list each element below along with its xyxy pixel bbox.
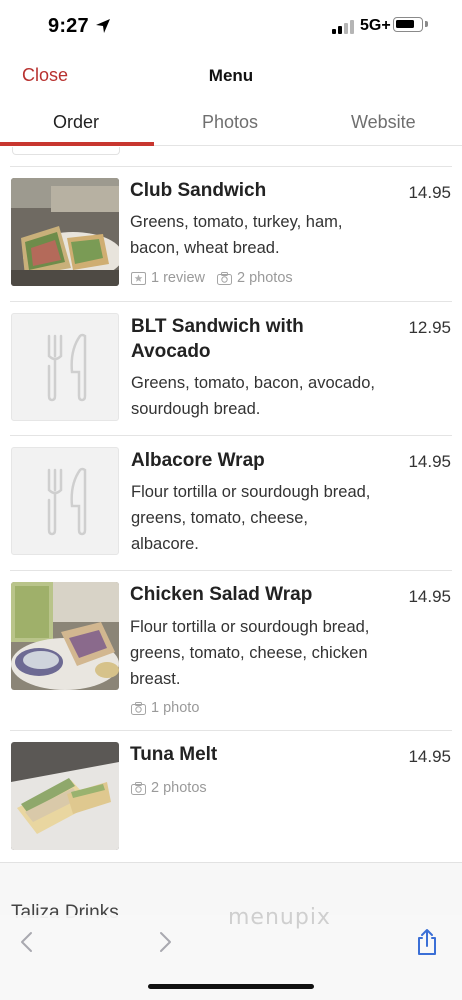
item-meta: 1 review 2 photos [131,270,293,286]
signal-strength-icon [332,20,354,34]
menu-list[interactable]: Club Sandwich 14.95 Greens, tomato, turk… [0,147,462,862]
review-count[interactable]: 1 review [151,270,205,286]
forward-chevron-icon[interactable] [150,927,180,957]
battery-icon [393,17,423,32]
tab-photos[interactable]: Photos [202,112,258,133]
page-title: Menu [208,66,254,85]
menu-item-club-sandwich[interactable]: Club Sandwich 14.95 Greens, tomato, turk… [0,167,462,302]
fork-knife-placeholder-icon [11,313,119,421]
photo-count[interactable]: 1 photo [151,700,199,716]
item-price: 14.95 [408,452,451,471]
photo-count[interactable]: 2 photos [237,270,293,286]
menu-item-albacore-wrap[interactable]: Albacore Wrap 14.95 Flour tortilla or so… [0,436,462,571]
item-name: Tuna Melt [130,744,218,765]
tab-website[interactable]: Website [351,112,416,133]
item-price: 14.95 [408,183,451,202]
photo-count[interactable]: 2 photos [151,780,207,796]
menu-item-blt-sandwich[interactable]: BLT Sandwich with Avocado 12.95 Greens, … [0,302,462,436]
watermark: menupix [228,905,331,930]
item-meta: 1 photo [131,700,199,716]
item-price: 14.95 [408,747,451,766]
menu-item-chicken-salad-wrap[interactable]: Chicken Salad Wrap 14.95 Flour tortilla … [0,571,462,731]
chicken-salad-wrap-photo[interactable] [11,582,119,690]
active-tab-indicator [0,142,154,146]
item-price: 12.95 [408,318,451,337]
item-description: Greens, tomato, bacon, avocado, sourdoug… [131,374,375,418]
item-meta: 2 photos [131,780,207,796]
home-indicator [148,984,314,989]
fork-knife-placeholder-icon [11,447,119,555]
review-star-icon [131,271,146,285]
share-icon[interactable] [412,927,442,957]
network-label: 5G+ [360,17,391,34]
battery-tip [425,21,428,27]
item-name: Club Sandwich [130,180,267,201]
item-name: BLT Sandwich with Avocado [131,316,304,362]
camera-icon [217,271,232,285]
menu-item-tuna-melt[interactable]: Tuna Melt 14.95 2 photos [0,731,462,862]
previous-item-edge [12,147,120,155]
item-name: Albacore Wrap [131,450,265,471]
back-chevron-icon[interactable] [12,927,42,957]
club-sandwich-photo[interactable] [11,178,119,286]
status-bar: 9:27 5G+ [0,0,462,52]
item-description: Flour tortilla or sourdough bread, green… [131,483,371,553]
item-name: Chicken Salad Wrap [130,584,313,605]
item-description: Flour tortilla or sourdough bread, green… [130,618,370,688]
camera-icon [131,781,146,795]
status-time: 9:27 [48,15,89,37]
camera-icon [131,701,146,715]
location-arrow-icon [96,19,110,33]
item-description: Greens, tomato, turkey, ham, bacon, whea… [130,213,343,257]
item-price: 14.95 [408,587,451,606]
header: Close Menu [0,52,462,98]
tab-order[interactable]: Order [53,112,99,133]
tuna-melt-photo[interactable] [11,742,119,850]
tab-bar: Order Photos Website [0,100,462,146]
